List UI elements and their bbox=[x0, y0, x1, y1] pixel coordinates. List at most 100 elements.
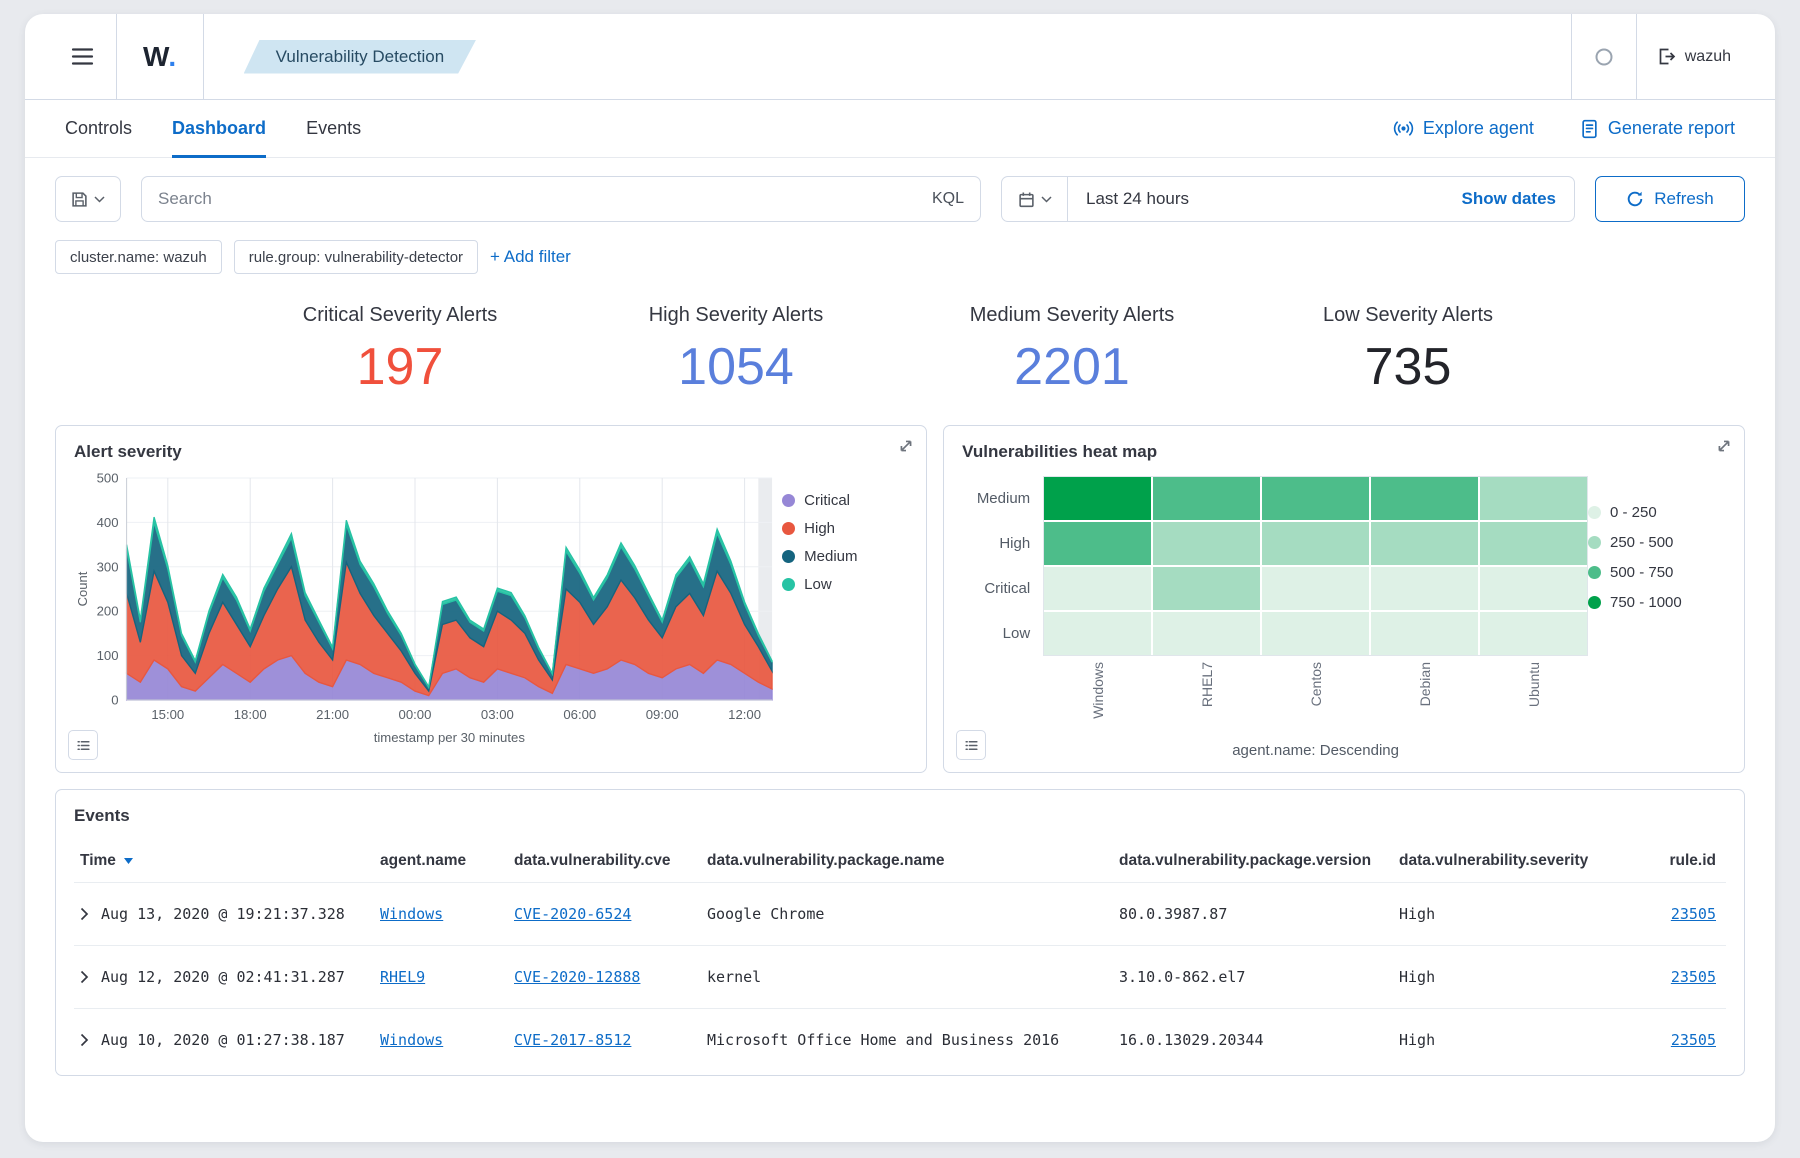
event-link[interactable]: Windows bbox=[380, 905, 443, 923]
event-cell: 23505 bbox=[1644, 1031, 1726, 1049]
explore-agent-button[interactable]: Explore agent bbox=[1393, 118, 1534, 139]
user-menu-button[interactable]: wazuh bbox=[1637, 14, 1751, 99]
add-filter-button[interactable]: + Add filter bbox=[490, 247, 571, 267]
heatmap-cell[interactable] bbox=[1262, 567, 1369, 610]
hamburger-icon bbox=[71, 47, 94, 66]
legend-item[interactable]: 500 - 750 bbox=[1588, 564, 1726, 581]
legend-label: High bbox=[804, 520, 835, 537]
tab-bar: Controls Dashboard Events Explore agent … bbox=[25, 100, 1775, 158]
legend-item[interactable]: Medium bbox=[782, 548, 908, 565]
inspect-panel-button[interactable] bbox=[956, 730, 986, 760]
show-dates-button[interactable]: Show dates bbox=[1444, 189, 1574, 209]
event-cell: CVE-2020-12888 bbox=[508, 968, 701, 986]
heatmap-cell[interactable] bbox=[1044, 567, 1151, 610]
expand-panel-button[interactable] bbox=[898, 438, 914, 457]
event-link[interactable]: 23505 bbox=[1671, 968, 1716, 986]
event-link[interactable]: 23505 bbox=[1671, 905, 1716, 923]
legend-label: Low bbox=[804, 576, 832, 593]
event-link[interactable]: CVE-2017-8512 bbox=[514, 1031, 631, 1049]
heatmap-cell[interactable] bbox=[1371, 477, 1478, 520]
time-range-value[interactable]: Last 24 hours bbox=[1068, 189, 1444, 209]
event-link[interactable]: RHEL9 bbox=[380, 968, 425, 986]
heatmap-cell[interactable] bbox=[1153, 567, 1260, 610]
heatmap-cell[interactable] bbox=[1044, 477, 1151, 520]
wazuh-logo[interactable]: W. bbox=[117, 41, 203, 73]
heatmap-cell[interactable] bbox=[1153, 522, 1260, 565]
filter-chip-cluster[interactable]: cluster.name: wazuh bbox=[55, 240, 222, 274]
alert-severity-legend: Critical High Medium Low bbox=[782, 466, 908, 750]
filter-chip-rule-group[interactable]: rule.group: vulnerability-detector bbox=[234, 240, 478, 274]
panel-title: Vulnerabilities heat map bbox=[962, 442, 1726, 462]
column-header-data-vulnerability-package-version: data.vulnerability.package.version bbox=[1113, 852, 1393, 870]
event-cell: 3.10.0-862.el7 bbox=[1113, 968, 1393, 986]
heatmap-cell[interactable] bbox=[1153, 612, 1260, 655]
chevron-down-icon bbox=[1041, 196, 1052, 203]
generate-report-button[interactable]: Generate report bbox=[1580, 118, 1735, 139]
legend-item[interactable]: Critical bbox=[782, 492, 908, 509]
breadcrumb[interactable]: Vulnerability Detection bbox=[244, 40, 477, 74]
heatmap-cell[interactable] bbox=[1480, 522, 1587, 565]
tab-dashboard[interactable]: Dashboard bbox=[172, 100, 266, 157]
tab-events[interactable]: Events bbox=[306, 100, 361, 157]
legend-item[interactable]: High bbox=[782, 520, 908, 537]
saved-queries-button[interactable] bbox=[55, 176, 121, 222]
event-link[interactable]: 23505 bbox=[1671, 1031, 1716, 1049]
heatmap-col-label: Ubuntu bbox=[1526, 662, 1542, 707]
list-icon bbox=[964, 738, 979, 753]
event-link[interactable]: CVE-2020-6524 bbox=[514, 905, 631, 923]
event-time-cell: Aug 10, 2020 @ 01:27:38.187 bbox=[74, 1031, 374, 1049]
svg-text:09:00: 09:00 bbox=[646, 707, 679, 722]
svg-text:21:00: 21:00 bbox=[316, 707, 349, 722]
event-cell: CVE-2017-8512 bbox=[508, 1031, 701, 1049]
event-cell: RHEL9 bbox=[374, 968, 508, 986]
svg-text:timestamp per 30 minutes: timestamp per 30 minutes bbox=[374, 730, 526, 745]
legend-label: 0 - 250 bbox=[1610, 504, 1657, 521]
event-time: Aug 13, 2020 @ 19:21:37.328 bbox=[101, 905, 345, 923]
search-input[interactable] bbox=[158, 189, 920, 209]
heatmap-cell[interactable] bbox=[1371, 567, 1478, 610]
inspect-panel-button[interactable] bbox=[68, 730, 98, 760]
expand-row-icon[interactable] bbox=[80, 970, 89, 984]
status-ring-button[interactable] bbox=[1572, 14, 1636, 99]
event-cell: kernel bbox=[701, 968, 1113, 986]
heatmap-cell[interactable] bbox=[1371, 522, 1478, 565]
legend-label: Medium bbox=[804, 548, 857, 565]
event-cell: 23505 bbox=[1644, 905, 1726, 923]
heatmap-row-label: High bbox=[962, 521, 1043, 566]
column-header-rule-id: rule.id bbox=[1644, 852, 1726, 870]
column-header-time[interactable]: Time bbox=[74, 852, 374, 870]
expand-row-icon[interactable] bbox=[80, 907, 89, 921]
expand-panel-button[interactable] bbox=[1716, 438, 1732, 457]
user-name: wazuh bbox=[1685, 48, 1731, 66]
heatmap-cell[interactable] bbox=[1262, 477, 1369, 520]
legend-label: 750 - 1000 bbox=[1610, 594, 1682, 611]
heatmap-cell[interactable] bbox=[1480, 612, 1587, 655]
legend-item[interactable]: 250 - 500 bbox=[1588, 534, 1726, 551]
chevron-down-icon bbox=[94, 196, 105, 203]
date-picker: Last 24 hours Show dates bbox=[1001, 176, 1575, 222]
visualization-row: Alert severity 010020030040050015:0018:0… bbox=[25, 425, 1775, 773]
event-link[interactable]: CVE-2020-12888 bbox=[514, 968, 640, 986]
heatmap-cell[interactable] bbox=[1044, 522, 1151, 565]
heatmap-cell[interactable] bbox=[1371, 612, 1478, 655]
legend-item[interactable]: 0 - 250 bbox=[1588, 504, 1726, 521]
refresh-button[interactable]: Refresh bbox=[1595, 176, 1745, 222]
calendar-button[interactable] bbox=[1002, 177, 1068, 221]
heatmap-cell[interactable] bbox=[1262, 612, 1369, 655]
event-link[interactable]: Windows bbox=[380, 1031, 443, 1049]
heatmap-cell[interactable] bbox=[1044, 612, 1151, 655]
kql-toggle[interactable]: KQL bbox=[932, 190, 964, 208]
svg-text:500: 500 bbox=[97, 471, 119, 486]
menu-button[interactable] bbox=[49, 14, 116, 99]
legend-item[interactable]: 750 - 1000 bbox=[1588, 594, 1726, 611]
tab-controls[interactable]: Controls bbox=[65, 100, 132, 157]
legend-item[interactable]: Low bbox=[782, 576, 908, 593]
expand-row-icon[interactable] bbox=[80, 1033, 89, 1047]
event-cell: 80.0.3987.87 bbox=[1113, 905, 1393, 923]
event-cell: CVE-2020-6524 bbox=[508, 905, 701, 923]
heatmap-cell[interactable] bbox=[1262, 522, 1369, 565]
heatmap-cell[interactable] bbox=[1480, 477, 1587, 520]
broadcast-icon bbox=[1393, 118, 1414, 139]
heatmap-cell[interactable] bbox=[1480, 567, 1587, 610]
heatmap-cell[interactable] bbox=[1153, 477, 1260, 520]
